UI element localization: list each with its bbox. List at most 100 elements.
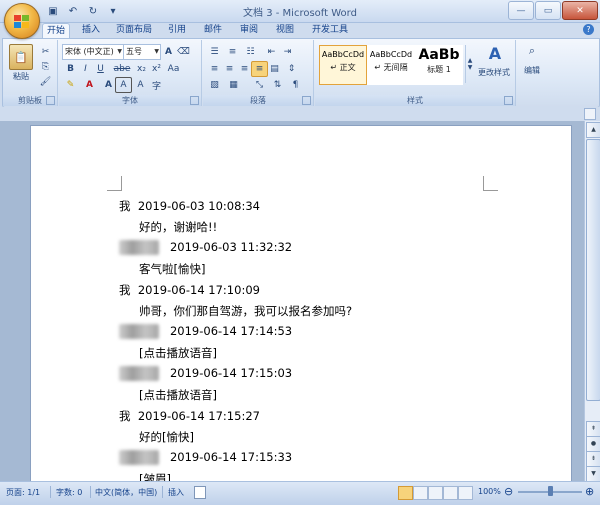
binoculars-icon[interactable]: ⌕ — [523, 43, 541, 59]
insert-mode[interactable]: 插入 — [168, 487, 184, 498]
bullets-icon[interactable]: ☰ — [206, 44, 223, 60]
office-logo-icon — [14, 15, 29, 28]
margin-corner-mark — [483, 176, 498, 191]
paste-icon[interactable]: 📋 — [9, 44, 33, 70]
superscript-button[interactable]: x² — [148, 61, 165, 77]
font-name-select[interactable]: 宋体 (中文正) ▼ — [62, 44, 124, 60]
format-painter-icon[interactable]: 🖌 — [37, 74, 54, 90]
print-layout-view-icon[interactable] — [398, 486, 413, 500]
chat-header-line: 我 2019-06-14 17:15:27 — [119, 408, 260, 424]
font-color-button[interactable]: A — [81, 77, 98, 93]
tab-page-layout[interactable]: 页面布局 — [112, 23, 156, 38]
maximize-button[interactable]: ▭ — [535, 1, 561, 20]
cut-icon[interactable]: ✂ — [37, 44, 54, 60]
redacted-sender — [119, 240, 159, 255]
font-size-select[interactable]: 五号 ▼ — [123, 44, 161, 60]
zoom-in-icon[interactable]: ⊕ — [585, 485, 594, 498]
draft-view-icon[interactable] — [458, 486, 473, 500]
enclose-char-button[interactable]: A — [132, 77, 149, 93]
next-page-icon[interactable]: ⇟ — [586, 451, 600, 467]
browse-object-icon[interactable]: ● — [586, 436, 600, 452]
macro-record-icon[interactable] — [194, 486, 206, 499]
strikethrough-button[interactable]: abe — [111, 61, 133, 77]
tab-references[interactable]: 引用 — [164, 23, 190, 38]
chat-header-line: 我 2019-06-14 17:10:09 — [119, 282, 260, 298]
zoom-slider-knob[interactable] — [547, 486, 553, 496]
chat-message: 帅哥，你们那自驾游，我可以报名参加吗? — [139, 304, 353, 318]
page-count[interactable]: 页面: 1/1 — [6, 487, 40, 498]
previous-page-icon[interactable]: ⇞ — [586, 421, 600, 437]
message-time: 2019-06-14 17:15:33 — [169, 450, 293, 464]
line-spacing-icon[interactable]: ⇕ — [283, 61, 300, 77]
chat-header-line: 我 2019-06-03 10:08:34 — [119, 198, 260, 214]
chinese-layout-icon[interactable]: ⤡ — [251, 77, 268, 93]
chat-message: 客气啦[愉快] — [139, 262, 206, 276]
shading-icon[interactable]: ▨ — [206, 77, 223, 93]
tab-insert[interactable]: 插入 — [78, 23, 104, 38]
style-name: ↵ 无间隔 — [374, 63, 408, 72]
paste-label[interactable]: 粘贴 — [9, 70, 33, 82]
style-normal[interactable]: AaBbCcDd ↵ 正文 — [319, 45, 367, 85]
view-ruler-icon[interactable] — [584, 108, 596, 120]
borders-icon[interactable]: ▦ — [225, 77, 242, 93]
dialog-launcher-icon[interactable] — [190, 96, 199, 105]
multilevel-list-icon[interactable]: ☷ — [242, 44, 259, 60]
style-name: 标题 1 — [427, 65, 451, 74]
tab-view[interactable]: 视图 — [272, 23, 298, 38]
numbering-icon[interactable]: ≡ — [224, 44, 241, 60]
zoom-level[interactable]: 100% — [478, 487, 501, 496]
tab-mailings[interactable]: 邮件 — [200, 23, 226, 38]
dialog-launcher-icon[interactable] — [46, 96, 55, 105]
clear-format-icon[interactable]: ⌫ — [175, 44, 192, 60]
style-no-spacing[interactable]: AaBbCcDd ↵ 无间隔 — [367, 45, 415, 85]
style-sample: AaBb — [418, 47, 460, 63]
phonetic-guide-button[interactable]: 字 — [148, 77, 165, 93]
tab-home[interactable]: 开始 — [42, 23, 71, 39]
change-styles-icon[interactable]: A — [477, 42, 513, 64]
clipboard-label: 剪贴板 — [18, 96, 42, 105]
full-screen-reading-icon[interactable] — [413, 486, 428, 500]
font-size-value: 五号 — [126, 47, 142, 56]
office-button[interactable] — [4, 3, 40, 39]
increase-indent-icon[interactable]: ⇥ — [279, 44, 296, 60]
dialog-launcher-icon[interactable] — [504, 96, 513, 105]
ruler-strip — [0, 107, 600, 121]
document-page[interactable]: 我 2019-06-03 10:08:34 好的，谢谢哈!! 2019-06-0… — [30, 125, 572, 481]
redacted-sender — [119, 366, 159, 381]
chat-message: 好的，谢谢哈!! — [139, 220, 218, 234]
scroll-down-icon[interactable]: ▼ — [586, 466, 600, 482]
language-indicator[interactable]: 中文(简体，中国) — [95, 487, 157, 498]
style-heading-1[interactable]: AaBb 标题 1 — [415, 45, 463, 85]
vertical-scrollbar[interactable]: ▲ ⇞ ● ⇟ ▼ — [584, 121, 600, 482]
tab-review[interactable]: 审阅 — [236, 23, 262, 38]
sort-icon[interactable]: ⇅ — [269, 77, 286, 93]
outline-view-icon[interactable] — [443, 486, 458, 500]
style-name: ↵ 正文 — [330, 63, 356, 72]
show-marks-icon[interactable]: ¶ — [287, 77, 304, 93]
chat-message: [点击播放语音] — [139, 388, 217, 402]
tab-developer[interactable]: 开发工具 — [308, 23, 352, 38]
title-bar: ▣ ↶ ↻ ▾ 文档 3 - Microsoft Word — ▭ ✕ — [0, 0, 600, 23]
decrease-indent-icon[interactable]: ⇤ — [263, 44, 280, 60]
scroll-up-icon[interactable]: ▲ — [586, 122, 600, 138]
word-count[interactable]: 字数: 0 — [56, 487, 82, 498]
font-group: 宋体 (中文正) ▼ 五号 ▼ A ⌫ B I U abe x₂ x² Aa ✎ A… — [59, 40, 202, 106]
minimize-button[interactable]: — — [508, 1, 534, 20]
change-case-button[interactable]: Aa — [165, 61, 182, 77]
underline-button[interactable]: U — [92, 61, 109, 77]
zoom-out-icon[interactable]: ⊖ — [504, 485, 513, 498]
close-button[interactable]: ✕ — [562, 1, 598, 20]
distributed-icon[interactable]: ▤ — [266, 61, 283, 77]
web-layout-icon[interactable] — [428, 486, 443, 500]
clipboard-group: 📋 粘贴 ✂ ⎘ 🖌 剪贴板 — [3, 40, 58, 106]
message-time: 2019-06-03 10:08:34 — [137, 199, 260, 213]
change-styles-button[interactable]: 更改样式 — [473, 66, 515, 78]
editing-button[interactable]: 编辑 — [517, 64, 547, 76]
highlight-icon[interactable]: ✎ — [62, 77, 79, 93]
copy-icon[interactable]: ⎘ — [37, 59, 54, 75]
char-border-button[interactable]: A — [115, 77, 132, 93]
scroll-thumb[interactable] — [586, 139, 600, 401]
dialog-launcher-icon[interactable] — [302, 96, 311, 105]
redacted-sender — [119, 450, 159, 465]
help-icon[interactable]: ? — [583, 24, 594, 35]
